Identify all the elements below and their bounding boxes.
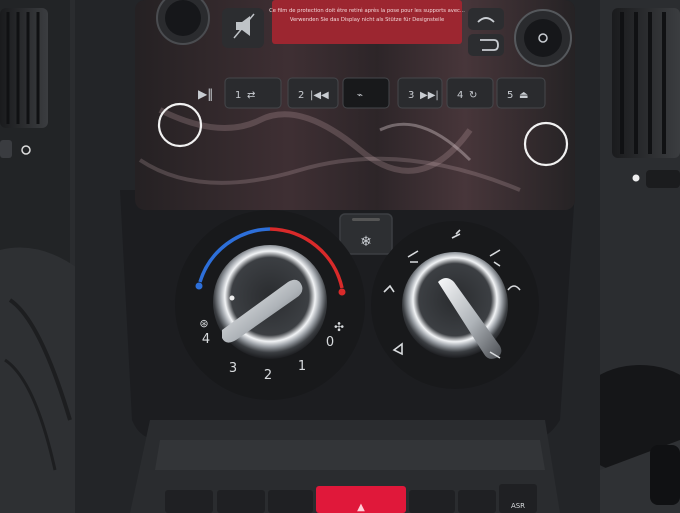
volume-knob[interactable]	[156, 0, 210, 45]
left-switch[interactable]	[0, 140, 12, 158]
hazard-icon: ▲	[357, 502, 365, 513]
tune-knob[interactable]	[514, 9, 572, 67]
switch-blank-3[interactable]	[268, 490, 313, 513]
fan-level-4: 4	[202, 332, 210, 347]
radio-unit: Ce film de protection doit être retiré a…	[135, 0, 575, 210]
skip-forward-icon: ▶▶|	[420, 90, 439, 101]
display-text-1: Ce film de protection doit être retiré a…	[269, 7, 465, 14]
fan-level-2: 2	[264, 368, 272, 383]
preset-number: 1	[235, 90, 241, 101]
menu-button[interactable]	[468, 8, 504, 30]
left-air-vent[interactable]	[0, 8, 48, 128]
preset-button-5[interactable]: 4 ↻	[446, 77, 494, 109]
display-text-2: Verwenden Sie das Display nicht als Stüt…	[290, 17, 444, 23]
preset-button-1[interactable]: 1 ⇄	[224, 77, 282, 109]
play-pause-icon: ▶‖	[198, 87, 213, 101]
defrost-icon: ⊛	[199, 317, 208, 330]
shuffle-icon: ⇄	[247, 90, 255, 101]
power-socket[interactable]	[650, 445, 680, 505]
skip-back-icon: |◀◀	[310, 90, 329, 101]
right-vent-wheel[interactable]	[646, 170, 680, 188]
usb-port-icon: ⌁	[357, 90, 363, 101]
fan-icon: ✣	[334, 320, 344, 334]
preset-number: 3	[408, 90, 414, 101]
snowflake-icon: ❄	[360, 234, 372, 250]
preset-number: 4	[457, 90, 463, 101]
fan-level-1: 1	[298, 359, 306, 374]
preset-button-6[interactable]: 5 ⏏	[496, 77, 546, 109]
asr-label: ASR	[511, 502, 525, 510]
preset-number: 5	[507, 90, 513, 101]
switch-blank-1[interactable]	[165, 490, 213, 513]
preset-button-4[interactable]: 3 ▶▶|	[397, 77, 443, 109]
preset-button-3[interactable]: ⌁	[342, 77, 390, 109]
mute-button[interactable]	[222, 8, 264, 48]
switch-blank-4[interactable]	[409, 490, 455, 513]
back-button[interactable]	[468, 34, 504, 56]
fan-level-3: 3	[229, 361, 237, 376]
airflow-dial[interactable]	[371, 221, 539, 389]
repeat-icon: ↻	[469, 90, 477, 101]
dashboard-photo: Ce film de protection doit être retiré a…	[0, 0, 680, 513]
disc-eject-icon: ⏏	[519, 90, 528, 101]
switch-blank-2[interactable]	[217, 490, 265, 513]
fan-level-0: 0	[326, 335, 334, 350]
right-indicator-light	[632, 174, 640, 182]
preset-number: 2	[298, 90, 304, 101]
switch-blank-5[interactable]	[458, 490, 496, 513]
preset-button-2[interactable]: 2 |◀◀	[287, 77, 339, 109]
ac-button[interactable]: ❄	[339, 213, 393, 255]
right-air-vent[interactable]	[612, 8, 680, 158]
